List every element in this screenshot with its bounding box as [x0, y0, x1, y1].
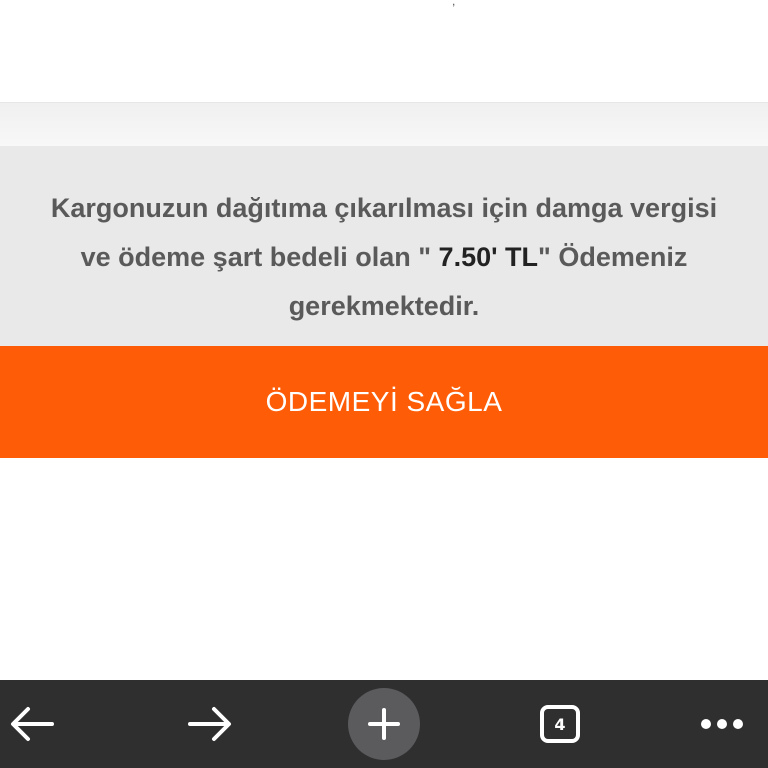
- payment-notice-text: Kargonuzun dağıtıma çıkarılması için dam…: [34, 184, 734, 331]
- bottom-content-area: [0, 458, 768, 680]
- browser-toolbar: 4: [0, 680, 768, 768]
- page: , Kargonuzun dağıtıma çıkarılması için d…: [0, 0, 768, 768]
- new-tab-circle: [348, 688, 420, 760]
- arrow-right-icon: [188, 707, 231, 741]
- section-divider: [0, 102, 768, 147]
- more-dots-icon: [701, 719, 743, 729]
- plus-icon: [368, 708, 400, 740]
- payment-amount: 7.50' TL: [438, 241, 539, 272]
- arrow-left-icon: [11, 707, 54, 741]
- forward-button[interactable]: [178, 680, 242, 768]
- back-button[interactable]: [0, 680, 64, 768]
- new-tab-button[interactable]: [344, 680, 424, 768]
- top-content-area: ,: [0, 0, 768, 102]
- more-button[interactable]: [690, 680, 754, 768]
- payment-notice: Kargonuzun dağıtıma çıkarılması için dam…: [0, 146, 768, 346]
- pay-button[interactable]: ÖDEMEYİ SAĞLA: [0, 346, 768, 458]
- tab-count-icon: 4: [540, 705, 580, 743]
- tabs-button[interactable]: 4: [528, 680, 592, 768]
- cut-off-text-fragment: ,: [452, 0, 456, 8]
